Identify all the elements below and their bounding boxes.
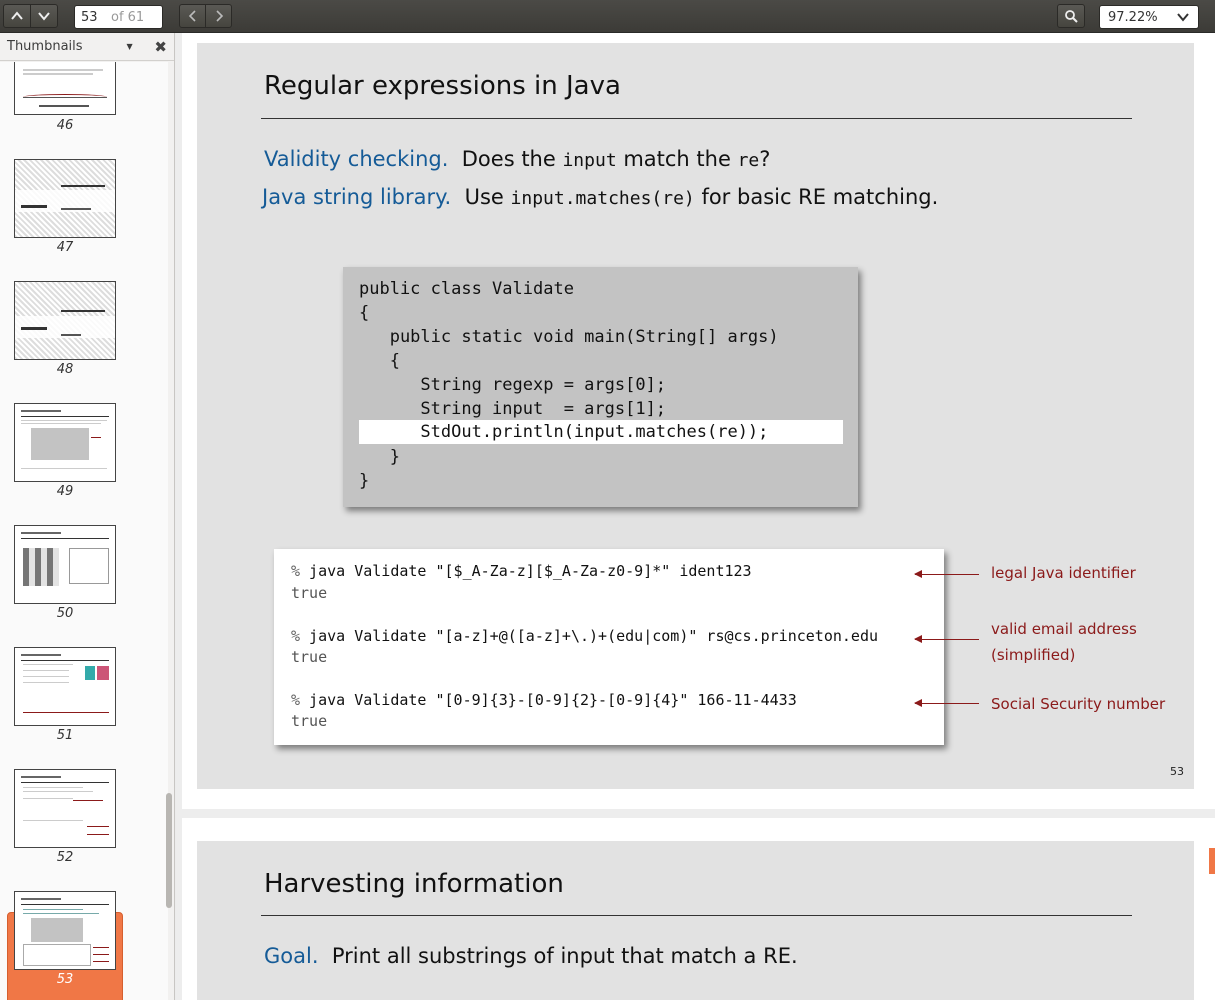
terminal-result: true — [291, 712, 328, 730]
thumbnail-51[interactable] — [14, 647, 116, 726]
code-line: { — [359, 351, 400, 371]
thumbnail-49[interactable] — [14, 403, 116, 482]
code-line: StdOut.println(input.matches(re)); — [359, 422, 769, 442]
document-view[interactable]: Regular expressions in Java Validity che… — [176, 33, 1215, 1000]
terminal-result: true — [291, 584, 328, 602]
previous-page-button[interactable] — [3, 4, 31, 28]
sidebar-header: Thumbnails ▼ ✖ — [0, 33, 174, 61]
title-rule — [261, 915, 1132, 916]
toolbar: 53 of 61 97.22% — [0, 0, 1215, 33]
thumbnail-label: 51 — [56, 728, 74, 743]
code-line: } — [359, 447, 400, 467]
thumbnail-label: 48 — [56, 362, 74, 377]
search-icon — [1065, 10, 1078, 23]
slide: Regular expressions in Java Validity che… — [197, 43, 1194, 789]
chevron-up-icon — [11, 11, 23, 20]
thumbnail-47[interactable] — [14, 159, 116, 238]
code-line: { — [359, 303, 370, 323]
chevron-left-icon — [188, 10, 196, 22]
zoom-select[interactable]: 97.22% — [1099, 5, 1199, 29]
annotation-email: valid email address (simplified) — [991, 620, 1137, 664]
next-page-button[interactable] — [30, 4, 58, 28]
code-block: public class Validate { public static vo… — [343, 267, 858, 507]
slide-title: Harvesting information — [264, 869, 564, 899]
thumbnail-46[interactable] — [14, 62, 116, 115]
page-54: Harvesting information Goal. Print all s… — [182, 818, 1215, 1000]
annotation-identifier: legal Java identifier — [991, 564, 1136, 582]
title-rule — [261, 118, 1132, 119]
thumbnail-48[interactable] — [14, 281, 116, 360]
annotation-ssn: Social Security number — [991, 695, 1166, 713]
bullet-heading: Validity checking. — [264, 147, 449, 171]
thumbnail-label: 50 — [56, 606, 74, 621]
sidebar-scrollbar[interactable] — [166, 793, 172, 908]
thumbnail-label: 46 — [56, 118, 74, 133]
annotation-arrow — [914, 699, 979, 707]
thumbnail-list[interactable]: 46 47 48 49 50 51 52 53 — [0, 62, 168, 1000]
thumbnail-53[interactable] — [14, 891, 116, 970]
terminal-command: % java Validate "[a-z]+@([a-z]+\.)+(edu|… — [291, 627, 878, 645]
close-sidebar-icon[interactable]: ✖ — [154, 38, 167, 56]
page-53: Regular expressions in Java Validity che… — [182, 33, 1215, 809]
history-forward-button[interactable] — [205, 4, 232, 28]
code-line: public static void main(String[] args) — [359, 327, 779, 347]
thumbnail-label: 53 — [56, 972, 74, 987]
sidebar-title[interactable]: Thumbnails — [7, 39, 83, 54]
page-total: of 61 — [111, 9, 145, 25]
thumbnail-label: 52 — [56, 850, 74, 865]
terminal-result: true — [291, 648, 328, 666]
bullet-java-library: Java string library. Use input.matches(r… — [262, 185, 939, 209]
scroll-position-indicator[interactable] — [1209, 848, 1215, 874]
slide: Harvesting information Goal. Print all s… — [197, 841, 1194, 1000]
thumbnail-label: 47 — [56, 240, 74, 255]
terminal-command: % java Validate "[0-9]{3}-[0-9]{2}-[0-9]… — [291, 691, 797, 709]
thumbnail-label: 49 — [56, 484, 74, 499]
code-line: } — [359, 471, 370, 491]
annotation-arrow — [914, 635, 979, 643]
bullet-heading: Java string library. — [262, 185, 452, 209]
sidebar: Thumbnails ▼ ✖ 46 47 48 49 50 51 52 53 — [0, 33, 175, 1000]
thumbnail-50[interactable] — [14, 525, 116, 604]
thumbnail-52[interactable] — [14, 769, 116, 848]
bullet-validity: Validity checking. Does the input match … — [264, 147, 771, 171]
bullet-heading: Goal. — [264, 944, 319, 968]
code-line: public class Validate — [359, 279, 574, 299]
search-button[interactable] — [1057, 4, 1085, 28]
chevron-right-icon — [215, 10, 223, 22]
code-line: String regexp = args[0]; — [359, 375, 667, 395]
dropdown-arrow-icon[interactable]: ▼ — [127, 42, 133, 51]
terminal-command: % java Validate "[$_A-Za-z][$_A-Za-z0-9]… — [291, 562, 752, 580]
zoom-value: 97.22% — [1108, 9, 1158, 25]
slide-title: Regular expressions in Java — [264, 71, 621, 101]
slide-page-number: 53 — [1170, 765, 1184, 778]
code-line: String input = args[1]; — [359, 399, 667, 419]
terminal-output: % java Validate "[$_A-Za-z][$_A-Za-z0-9]… — [274, 549, 944, 745]
annotation-arrow — [914, 570, 979, 578]
bullet-goal: Goal. Print all substrings of input that… — [264, 944, 798, 968]
page-number-field[interactable]: 53 of 61 — [74, 5, 163, 29]
chevron-down-icon — [1177, 13, 1189, 22]
chevron-down-icon — [38, 12, 50, 21]
history-back-button[interactable] — [179, 4, 206, 28]
page-current[interactable]: 53 — [75, 10, 111, 25]
